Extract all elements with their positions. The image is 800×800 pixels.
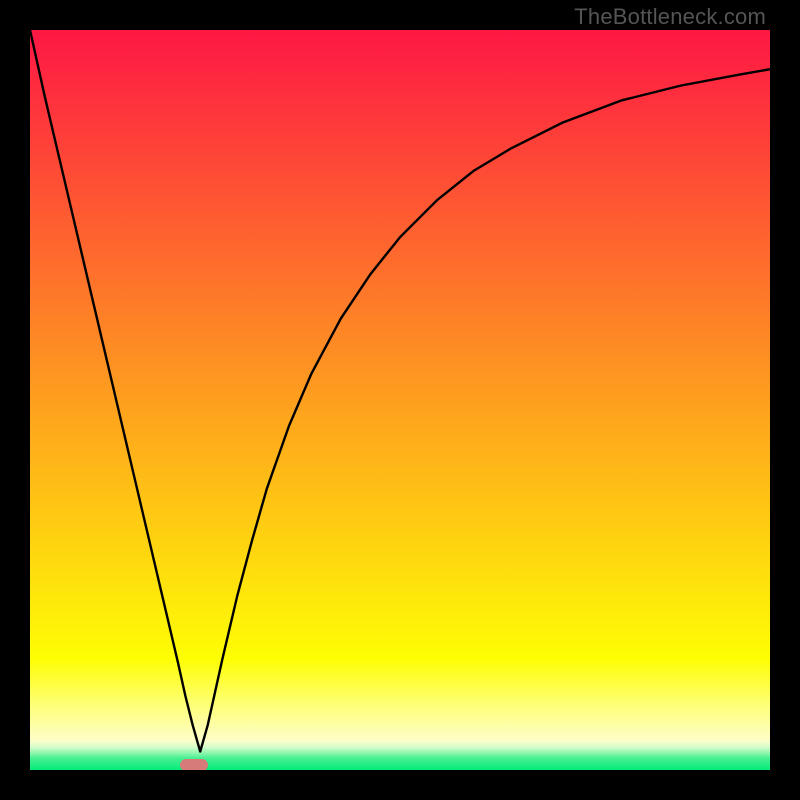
watermark-text: TheBottleneck.com [574, 4, 766, 30]
chart-frame: TheBottleneck.com [0, 0, 800, 800]
plot-area [30, 30, 770, 770]
curve-layer [30, 30, 770, 770]
bottleneck-curve [30, 30, 770, 752]
target-marker [180, 759, 208, 770]
